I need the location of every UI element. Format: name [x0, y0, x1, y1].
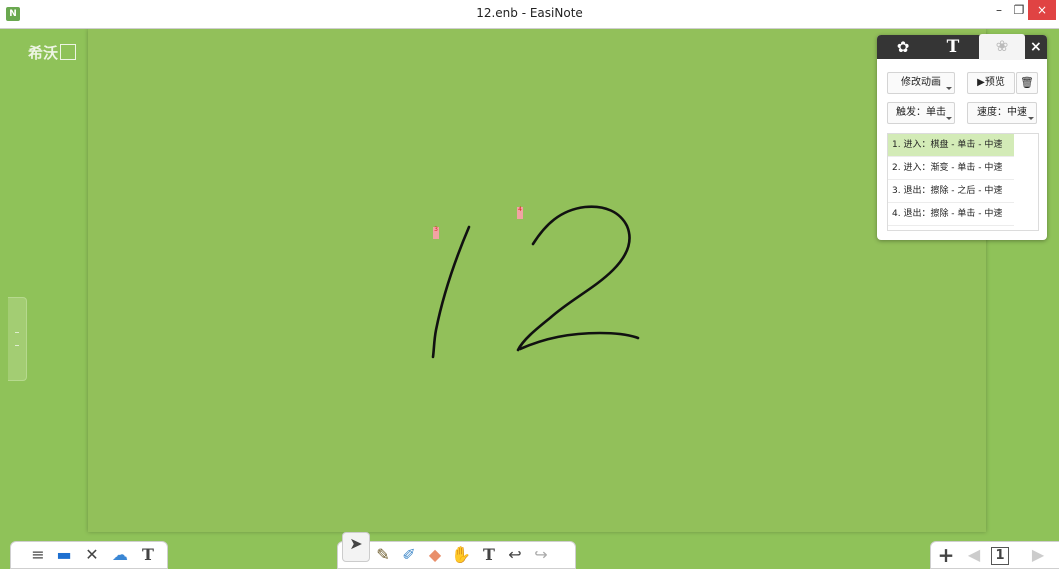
- page-number[interactable]: 1: [991, 547, 1009, 565]
- center-toolbar: ➤ ✎ ✐ ◆ ✋ T ↩ ↪: [337, 532, 576, 569]
- text-recognize-icon[interactable]: T: [137, 544, 159, 566]
- right-toolbar: + ◀ 1 ▶: [930, 541, 1059, 569]
- speed-dropdown[interactable]: 速度：中速: [967, 102, 1037, 124]
- flower-icon: ❀: [995, 37, 1009, 55]
- select-icon[interactable]: ➤: [342, 532, 370, 562]
- animation-panel: ✿ T ❀ × 修改动画 ▶预览 🗑 触发：单击 速度：中速 1. 进入：棋盘 …: [877, 34, 1047, 240]
- tools-icon[interactable]: ✕: [81, 544, 103, 566]
- pen-icon[interactable]: ✎: [372, 544, 394, 566]
- animation-marker[interactable]: 4: [517, 207, 523, 219]
- prev-page-icon[interactable]: ◀: [963, 544, 985, 566]
- animation-list-item[interactable]: 2. 进入：渐变 - 单击 - 中速: [888, 157, 1014, 180]
- preview-button[interactable]: ▶预览: [967, 72, 1015, 94]
- brush-icon[interactable]: ✐: [398, 544, 420, 566]
- animation-marker[interactable]: 3: [433, 227, 439, 239]
- modify-animation-button[interactable]: 修改动画: [887, 72, 955, 94]
- trigger-dropdown[interactable]: 触发：单击: [887, 102, 955, 124]
- display-icon[interactable]: ▬: [53, 544, 75, 566]
- cloud-icon[interactable]: ☁: [109, 544, 131, 566]
- add-page-icon[interactable]: +: [935, 544, 957, 566]
- redo-icon[interactable]: ↪: [530, 544, 552, 566]
- chevron-down-icon: [946, 117, 952, 120]
- left-toolbar: ≡ ▬ ✕ ☁ T: [10, 541, 168, 569]
- stroke-digit-1[interactable]: [431, 225, 471, 359]
- trigger-label: 触发：单击: [896, 107, 946, 118]
- tab-settings[interactable]: ✿: [885, 35, 921, 59]
- modify-animation-label: 修改动画: [901, 77, 941, 88]
- chevron-down-icon: [946, 87, 952, 90]
- hand-icon[interactable]: ✋: [450, 544, 472, 566]
- animation-list[interactable]: 1. 进入：棋盘 - 单击 - 中速 2. 进入：渐变 - 单击 - 中速 3.…: [887, 133, 1039, 231]
- delete-button[interactable]: 🗑: [1016, 72, 1038, 94]
- animation-list-item[interactable]: 1. 进入：棋盘 - 单击 - 中速: [888, 134, 1014, 157]
- eraser-icon[interactable]: ◆: [424, 544, 446, 566]
- animation-list-item[interactable]: 4. 退出：擦除 - 单击 - 中速: [888, 203, 1014, 226]
- panel-tabs: ✿ T ❀ ×: [877, 34, 1047, 60]
- tab-animation[interactable]: ❀: [979, 34, 1025, 60]
- text-icon[interactable]: T: [478, 544, 500, 566]
- trash-icon: 🗑: [1020, 76, 1034, 89]
- chevron-down-icon: [1028, 117, 1034, 120]
- animation-list-item[interactable]: 3. 退出：擦除 - 之后 - 中速: [888, 180, 1014, 203]
- speed-label: 速度：中速: [977, 107, 1027, 118]
- tab-text[interactable]: T: [935, 35, 971, 59]
- undo-icon[interactable]: ↩: [504, 544, 526, 566]
- next-page-icon[interactable]: ▶: [1027, 544, 1049, 566]
- gear-icon: ✿: [896, 38, 910, 56]
- menu-icon[interactable]: ≡: [27, 544, 49, 566]
- panel-close-button[interactable]: ×: [1030, 35, 1046, 59]
- stroke-digit-2-base[interactable]: [518, 331, 640, 351]
- stroke-digit-2-curve[interactable]: [516, 205, 631, 352]
